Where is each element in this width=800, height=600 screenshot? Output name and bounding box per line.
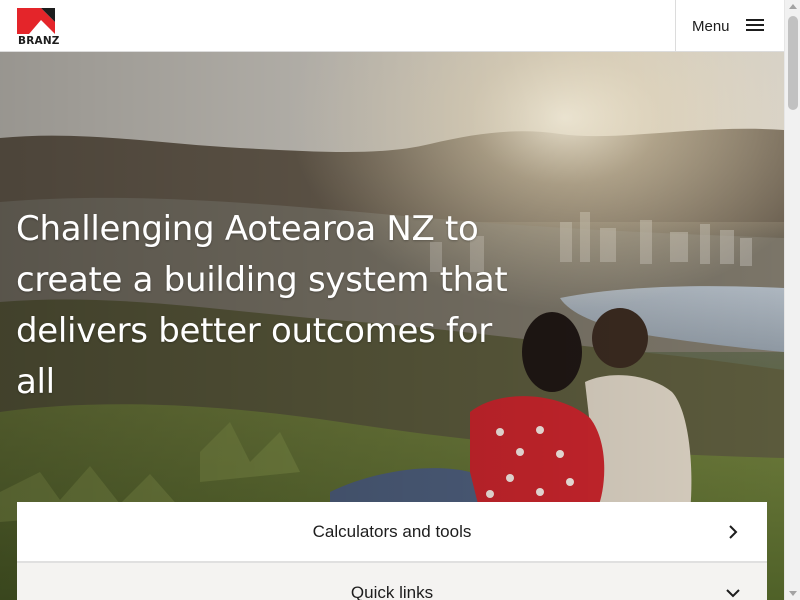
chevron-right-icon xyxy=(729,525,738,539)
quick-links-label: Quick links xyxy=(350,583,434,600)
calculators-and-tools-link[interactable]: Calculators and tools xyxy=(17,502,767,562)
menu-button[interactable]: Menu xyxy=(675,0,784,52)
site-header: BRANZ Menu xyxy=(0,0,784,52)
chevron-down-icon xyxy=(726,589,740,598)
branz-logo-mark xyxy=(17,8,55,34)
quick-links-toggle[interactable]: Quick links xyxy=(17,562,767,600)
scroll-down-arrow-icon[interactable] xyxy=(789,591,797,596)
scrollbar-thumb[interactable] xyxy=(788,16,798,110)
calculators-and-tools-label: Calculators and tools xyxy=(312,521,472,541)
branz-logo-text: BRANZ xyxy=(18,35,60,47)
page-viewport: BRANZ Menu Challenging Aotearoa NZ to cr… xyxy=(0,0,784,600)
branz-logo[interactable]: BRANZ xyxy=(17,8,59,47)
scroll-up-arrow-icon[interactable] xyxy=(789,4,797,9)
page-scrollbar[interactable] xyxy=(784,0,800,600)
hero-headline: Challenging Aotearoa NZ to create a buil… xyxy=(16,209,508,402)
hamburger-icon xyxy=(746,19,764,33)
menu-button-label: Menu xyxy=(692,17,730,35)
